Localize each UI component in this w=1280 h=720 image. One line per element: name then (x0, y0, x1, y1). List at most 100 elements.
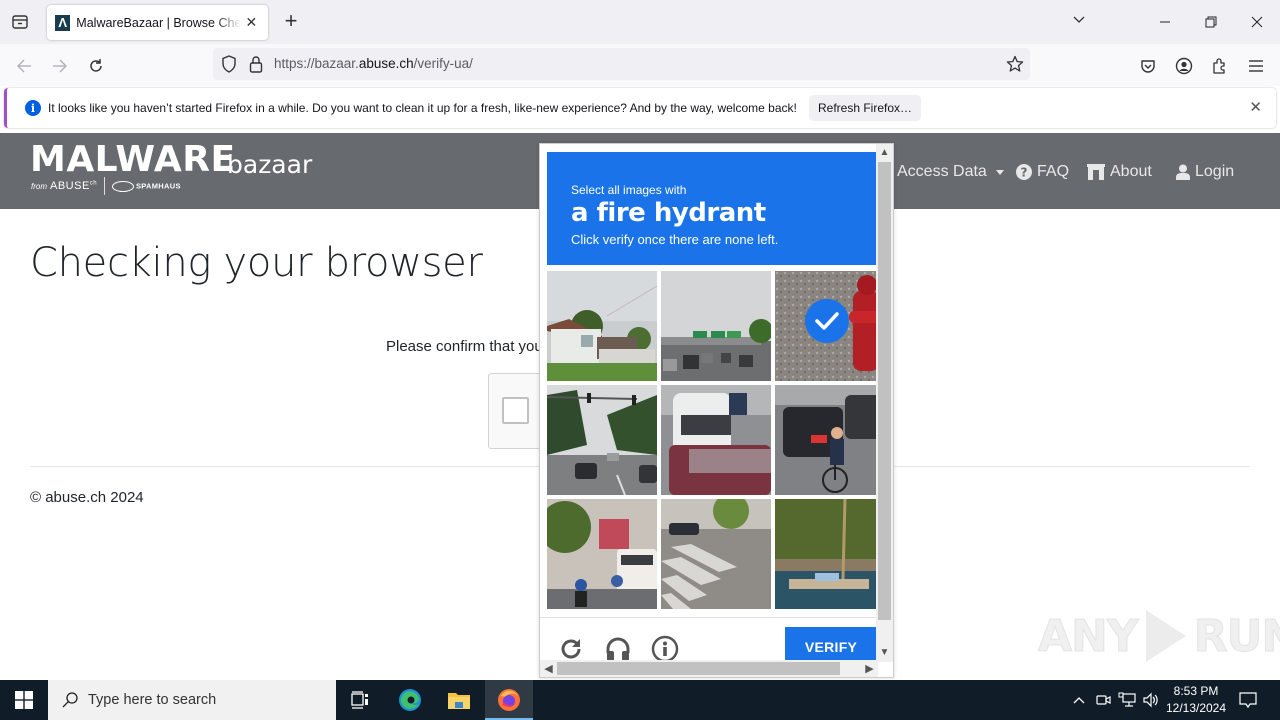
spamhaus-logo-icon (112, 181, 134, 192)
headphones-icon (606, 637, 630, 661)
challenge-tile[interactable] (775, 499, 885, 609)
edge-browser-icon (399, 689, 421, 711)
start-button[interactable] (0, 680, 48, 720)
svg-text:?: ? (1021, 166, 1028, 180)
anyrun-watermark: ANY RUN (1038, 610, 1280, 662)
nav-faq[interactable]: ? FAQ (1016, 163, 1069, 181)
watermark-right: RUN (1193, 610, 1280, 662)
challenge-tile[interactable] (547, 385, 657, 495)
tracking-protection-shield-icon[interactable] (221, 55, 237, 78)
page-title: Checking your browser (30, 240, 483, 286)
scroll-left-icon[interactable]: ◀ (540, 660, 557, 677)
volume-button[interactable] (1140, 680, 1162, 720)
back-button[interactable] (11, 53, 37, 79)
puzzle-piece-icon (1213, 58, 1225, 74)
challenge-tile[interactable] (661, 499, 771, 609)
challenge-tile[interactable] (661, 271, 771, 381)
firefox-view-icon (12, 15, 28, 29)
clock-date: 12/13/2024 (1165, 701, 1227, 715)
extensions-button[interactable] (1207, 53, 1233, 79)
recaptcha-checkbox[interactable] (502, 397, 529, 424)
challenge-tile[interactable] (547, 271, 657, 381)
challenge-header: Select all images with a fire hydrant Cl… (547, 152, 877, 265)
challenge-footer-divider (540, 617, 880, 618)
show-hidden-icons-button[interactable] (1068, 680, 1090, 720)
challenge-tile-selected[interactable] (775, 271, 885, 381)
street-bus-image (547, 499, 657, 609)
refresh-firefox-button[interactable]: Refresh Firefox… (809, 95, 921, 121)
horizontal-scrollbar[interactable]: ◀ ▶ (540, 660, 878, 677)
lock-icon[interactable] (249, 55, 263, 78)
minimize-button[interactable] (1150, 8, 1180, 36)
nav-about[interactable]: About (1087, 163, 1152, 181)
app-menu-button[interactable] (1243, 53, 1269, 79)
van-and-car-image (661, 385, 771, 495)
spamhaus-text: SPAMHAUS (136, 181, 181, 191)
notification-icon (1239, 692, 1257, 709)
scroll-up-icon[interactable]: ▲ (876, 144, 893, 160)
reload-icon (561, 639, 581, 659)
traffic-lights-road-image (547, 385, 657, 495)
restore-button[interactable] (1196, 8, 1226, 36)
tab-list-button[interactable] (8, 10, 32, 34)
logo-spamhaus: SPAMHAUS (112, 181, 181, 192)
windows-taskbar: Type here to search 8:53 PM 12/13/2024 (0, 680, 1280, 720)
scroll-down-icon[interactable]: ▼ (876, 644, 893, 660)
url-text[interactable]: https://bazaar.abuse.ch/verify-ua/ (274, 56, 473, 71)
tab-bar: Λ MalwareBazaar | Browse Checking your b… (0, 0, 1280, 44)
browser-tab-active[interactable]: Λ MalwareBazaar | Browse Checking your b… (47, 5, 268, 40)
taskbar-edge[interactable] (386, 680, 434, 720)
url-domain: abuse.ch (358, 56, 414, 71)
logo-abuse-ch: ABUSEch (50, 180, 97, 192)
vertical-scrollbar[interactable]: ▲ ▼ (876, 144, 893, 662)
action-center-button[interactable] (1234, 680, 1262, 720)
notification-message: It looks like you haven’t started Firefo… (48, 101, 797, 115)
restore-icon (1205, 16, 1217, 28)
nav-access-data-label: Access Data (897, 163, 987, 180)
highway-image (661, 271, 771, 381)
play-logo-icon (1145, 610, 1186, 662)
task-view-icon (351, 691, 368, 709)
pocket-icon (1141, 60, 1155, 73)
challenge-image-grid (547, 271, 885, 609)
taskbar-firefox[interactable] (485, 680, 533, 720)
logo-malware: MALWARE (30, 139, 236, 180)
watermark-left: ANY (1038, 610, 1140, 662)
child-bicycle-image (775, 385, 885, 495)
reload-button[interactable] (83, 53, 109, 79)
account-button[interactable] (1171, 53, 1197, 79)
chevron-up-icon (1073, 697, 1085, 704)
boat-water-image (775, 499, 885, 609)
taskbar-search-box[interactable]: Type here to search (48, 680, 336, 720)
challenge-tile[interactable] (775, 385, 885, 495)
challenge-tile[interactable] (661, 385, 771, 495)
scroll-right-icon[interactable]: ▶ (861, 660, 878, 677)
question-circle-icon: ? (1016, 164, 1032, 180)
new-tab-button[interactable]: + (280, 10, 302, 34)
logo-from: from (31, 182, 47, 191)
close-window-button[interactable] (1242, 8, 1272, 36)
bookmark-star-icon[interactable] (1004, 53, 1026, 75)
challenge-tile[interactable] (547, 499, 657, 609)
folder-icon (448, 693, 470, 709)
firefox-icon (498, 689, 520, 711)
webcam-icon (1096, 695, 1111, 705)
forward-button[interactable] (47, 53, 73, 79)
minimize-icon (1160, 21, 1170, 23)
horizontal-scroll-thumb[interactable] (557, 662, 840, 675)
malwarebazaar-favicon: Λ (55, 14, 71, 31)
meet-now-button[interactable] (1093, 680, 1113, 720)
caret-down-icon (995, 169, 1004, 175)
network-button[interactable] (1117, 680, 1137, 720)
notification-close-icon[interactable]: ✕ (1249, 98, 1262, 116)
nav-login[interactable]: Login (1176, 163, 1234, 181)
pocket-button[interactable] (1135, 53, 1161, 79)
taskbar-file-explorer[interactable] (435, 680, 483, 720)
task-view-button[interactable] (336, 680, 384, 720)
vertical-scroll-thumb[interactable] (878, 162, 891, 620)
address-bar[interactable]: https://bazaar.abuse.ch/verify-ua/ (213, 48, 1030, 80)
nav-access-data[interactable]: Access Data (897, 163, 1004, 181)
list-all-tabs-button[interactable] (1072, 12, 1086, 28)
taskbar-clock[interactable]: 8:53 PM 12/13/2024 (1160, 683, 1232, 717)
tab-close-icon[interactable]: ✕ (243, 14, 260, 32)
